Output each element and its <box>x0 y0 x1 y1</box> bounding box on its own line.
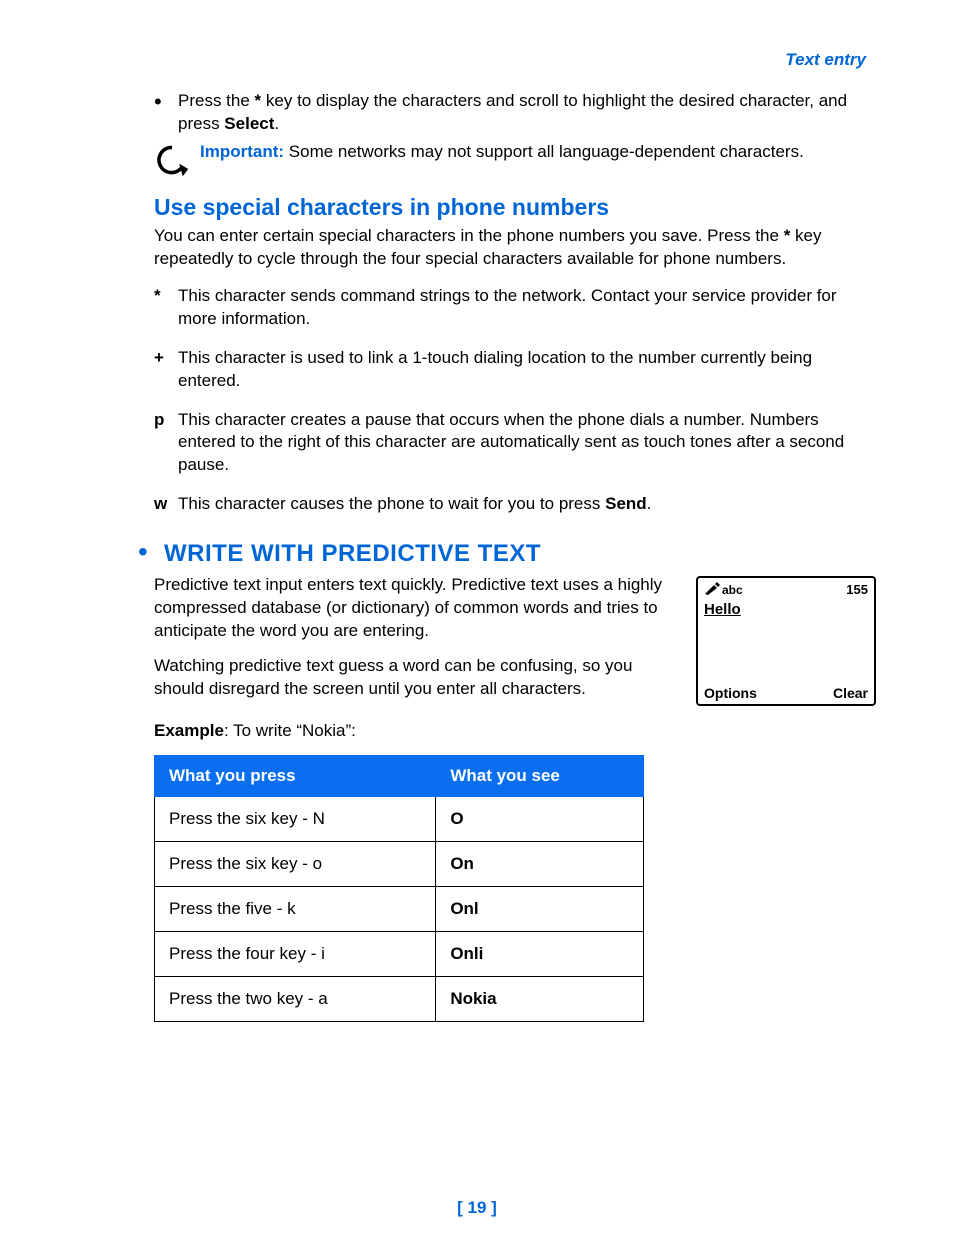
section-title: WRITE WITH PREDICTIVE TEXT <box>164 540 541 568</box>
cell-see: Onli <box>436 931 644 976</box>
paragraph: Predictive text input enters text quickl… <box>154 574 678 643</box>
paragraph: You can enter certain special characters… <box>154 225 876 271</box>
bullet-item: • Press the * key to display the charact… <box>154 90 876 136</box>
section-heading: • WRITE WITH PREDICTIVE TEXT <box>138 538 876 568</box>
bullet-text: Press the * key to display the character… <box>178 90 876 136</box>
important-label: Important: <box>200 142 284 161</box>
cell-see: O <box>436 796 644 841</box>
example-label: Example <box>154 721 224 740</box>
cell-see: On <box>436 841 644 886</box>
text: Some networks may not support all langua… <box>284 142 804 161</box>
table-row: Press the two key - a Nokia <box>155 976 644 1021</box>
table-row: Press the five - k Onl <box>155 886 644 931</box>
text: : To write “Nokia”: <box>224 721 356 740</box>
table-row: Press the four key - i Onli <box>155 931 644 976</box>
char-row: * This character sends command strings t… <box>154 285 876 331</box>
phone-screen-illustration: abc 155 Hello Options Clear <box>696 576 876 706</box>
char-desc: This character causes the phone to wait … <box>178 493 876 516</box>
char-desc: This character sends command strings to … <box>178 285 876 331</box>
running-header: Text entry <box>78 50 876 70</box>
char-count: 155 <box>846 582 868 599</box>
char-desc: This character is used to link a 1-touch… <box>178 347 876 393</box>
paragraph: Watching predictive text guess a word ca… <box>154 655 678 701</box>
table-header-row: What you press What you see <box>155 755 644 796</box>
example-line: Example: To write “Nokia”: <box>154 721 876 741</box>
cell-see: Onl <box>436 886 644 931</box>
phone-softkeys: Options Clear <box>704 685 868 701</box>
cell-press: Press the two key - a <box>155 976 436 1021</box>
bold-text: Select <box>224 114 274 133</box>
softkey-right: Clear <box>833 685 868 701</box>
cell-press: Press the six key - N <box>155 796 436 841</box>
char-desc: This character creates a pause that occu… <box>178 409 876 478</box>
cell-see: Nokia <box>436 976 644 1021</box>
cell-press: Press the five - k <box>155 886 436 931</box>
char-key: + <box>154 347 178 393</box>
important-note: Important: Some networks may not support… <box>154 142 876 178</box>
text: . <box>274 114 279 133</box>
col-header-see: What you see <box>436 755 644 796</box>
char-key: * <box>154 285 178 331</box>
char-row: + This character is used to link a 1-tou… <box>154 347 876 393</box>
softkey-left: Options <box>704 685 757 701</box>
subheading-special-chars: Use special characters in phone numbers <box>154 194 876 221</box>
char-row: p This character creates a pause that oc… <box>154 409 876 478</box>
char-key: p <box>154 409 178 478</box>
char-key: w <box>154 493 178 516</box>
text: You can enter certain special characters… <box>154 226 784 245</box>
section-bullet-icon: • <box>138 538 164 566</box>
two-column: Predictive text input enters text quickl… <box>154 574 876 713</box>
phone-word: Hello <box>704 601 868 618</box>
bold-text: Send <box>605 494 647 513</box>
table-row: Press the six key - N O <box>155 796 644 841</box>
text: Press the <box>178 91 255 110</box>
col-header-press: What you press <box>155 755 436 796</box>
predictive-table: What you press What you see Press the si… <box>154 755 644 1022</box>
text: This character causes the phone to wait … <box>178 494 605 513</box>
cell-press: Press the six key - o <box>155 841 436 886</box>
cell-press: Press the four key - i <box>155 931 436 976</box>
text-column: Predictive text input enters text quickl… <box>154 574 678 713</box>
manual-page: Text entry • Press the * key to display … <box>0 0 954 1248</box>
bullet-dot: • <box>154 90 178 136</box>
svg-text:abc: abc <box>722 583 743 596</box>
important-text: Important: Some networks may not support… <box>200 142 804 162</box>
important-icon <box>154 142 190 178</box>
text: . <box>647 494 652 513</box>
pencil-icon: abc <box>704 582 744 599</box>
page-number: [ 19 ] <box>0 1198 954 1218</box>
phone-status-row: abc 155 <box>704 582 868 599</box>
char-row: w This character causes the phone to wai… <box>154 493 876 516</box>
table-row: Press the six key - o On <box>155 841 644 886</box>
